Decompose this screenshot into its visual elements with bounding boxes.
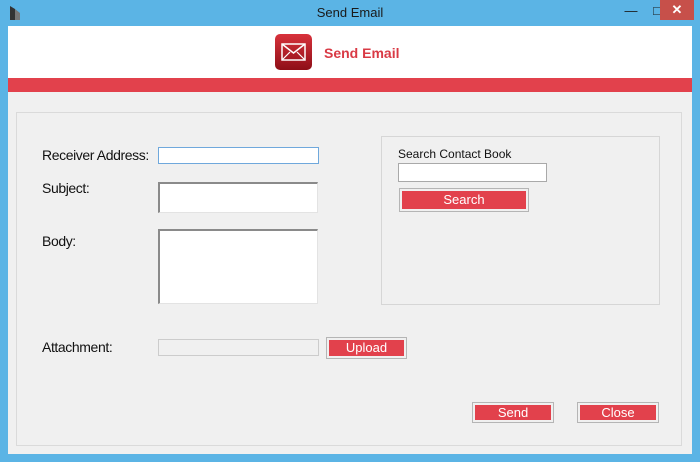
window-title: Send Email <box>316 5 384 20</box>
header-title: Send Email <box>324 45 400 61</box>
subject-label: Subject: <box>42 180 90 196</box>
upload-button[interactable]: Upload <box>326 337 407 359</box>
title-bar[interactable]: Send Email — □ ✕ <box>0 0 700 26</box>
client-area: Send Email Receiver Address: Subject: Bo… <box>8 26 692 454</box>
envelope-icon <box>275 34 312 70</box>
body-textarea[interactable] <box>158 229 318 304</box>
search-contact-book-label: Search Contact Book <box>398 147 512 161</box>
receiver-address-input[interactable] <box>158 147 319 164</box>
body-label: Body: <box>42 233 76 249</box>
app-window: Send Email — □ ✕ Send Email Receiver Add… <box>0 0 700 462</box>
contact-search-input[interactable] <box>398 163 547 182</box>
send-button[interactable]: Send <box>472 402 554 423</box>
contact-book-group <box>381 136 660 305</box>
close-button[interactable]: Close <box>577 402 659 423</box>
attachment-label: Attachment: <box>42 339 113 355</box>
minimize-icon[interactable]: — <box>618 1 644 21</box>
close-icon[interactable]: ✕ <box>660 0 694 20</box>
subject-input[interactable] <box>158 182 318 213</box>
header: Send Email <box>8 26 692 78</box>
accent-bar <box>8 78 692 92</box>
attachment-path-field <box>158 339 319 356</box>
receiver-address-label: Receiver Address: <box>42 147 149 163</box>
search-button[interactable]: Search <box>399 188 529 212</box>
